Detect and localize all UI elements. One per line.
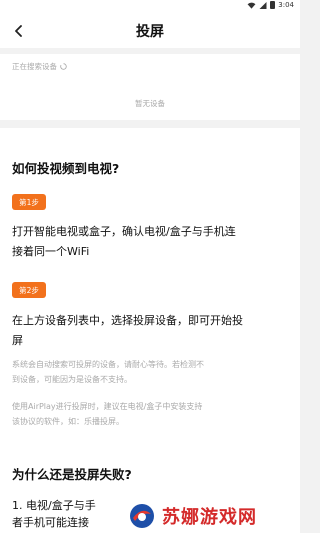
- searching-label: 正在搜索设备: [12, 62, 57, 71]
- step1-badge: 第1步: [12, 194, 46, 210]
- searching-indicator: 正在搜索设备: [12, 61, 67, 72]
- step1-line2: 接着同一个WiFi: [12, 245, 90, 258]
- note1-line2: 到设备，可能因为是设备不支持。: [12, 375, 132, 384]
- step2-badge: 第2步: [12, 282, 46, 298]
- site-watermark: 苏娜游戏网: [128, 500, 293, 532]
- note1-line1: 系统会自动搜索可投屏的设备，请耐心等待。若检测不: [12, 360, 204, 369]
- watermark-logo-icon: [130, 504, 154, 528]
- step2-line2: 屏: [12, 334, 23, 347]
- faq-item1-line2: 者手机可能连接: [12, 516, 89, 529]
- header-bar: 投屏: [0, 14, 300, 48]
- note2-line1: 使用AirPlay进行投屏时，建议在电视/盒子中安装支持: [12, 402, 203, 411]
- step1-text: 打开智能电视或盒子，确认电视/盒子与手机连 接着同一个WiFi: [12, 222, 288, 262]
- wifi-icon: [247, 2, 256, 9]
- watermark-text: 苏娜游戏网: [162, 507, 257, 528]
- guide-content: 如何投视频到电视? 第1步 打开智能电视或盒子，确认电视/盒子与手机连 接着同一…: [0, 128, 300, 533]
- battery-icon: [270, 1, 276, 9]
- guide-title: 如何投视频到电视?: [12, 161, 120, 176]
- step2-text: 在上方设备列表中，选择投屏设备，即可开始投 屏: [12, 311, 288, 351]
- faq-item-1: 1. 电视/盒子与手 者手机可能连接: [12, 497, 96, 531]
- status-bar: 3:04: [0, 0, 300, 14]
- faq-item1-line1: 1. 电视/盒子与手: [12, 499, 96, 512]
- device-list-panel: 正在搜索设备 暂无设备: [0, 54, 300, 120]
- page-title: 投屏: [136, 24, 164, 40]
- empty-device-label: 暂无设备: [135, 99, 165, 108]
- loading-spinner-icon: [60, 63, 67, 70]
- signal-icon: [259, 1, 267, 9]
- status-time: 3:04: [278, 1, 294, 9]
- note-airplay: 使用AirPlay进行投屏时，建议在电视/盒子中安装支持 该协议的软件，如：乐播…: [12, 399, 288, 429]
- note2-line2: 该协议的软件，如：乐播投屏。: [12, 417, 124, 426]
- faq-title: 为什么还是投屏失败?: [12, 467, 132, 482]
- note-auto-search: 系统会自动搜索可投屏的设备，请耐心等待。若检测不 到设备，可能因为是设备不支持。: [12, 357, 288, 387]
- status-icons: 3:04: [247, 1, 294, 9]
- step1-line1: 打开智能电视或盒子，确认电视/盒子与手机连: [12, 225, 236, 238]
- step2-line1: 在上方设备列表中，选择投屏设备，即可开始投: [12, 314, 243, 327]
